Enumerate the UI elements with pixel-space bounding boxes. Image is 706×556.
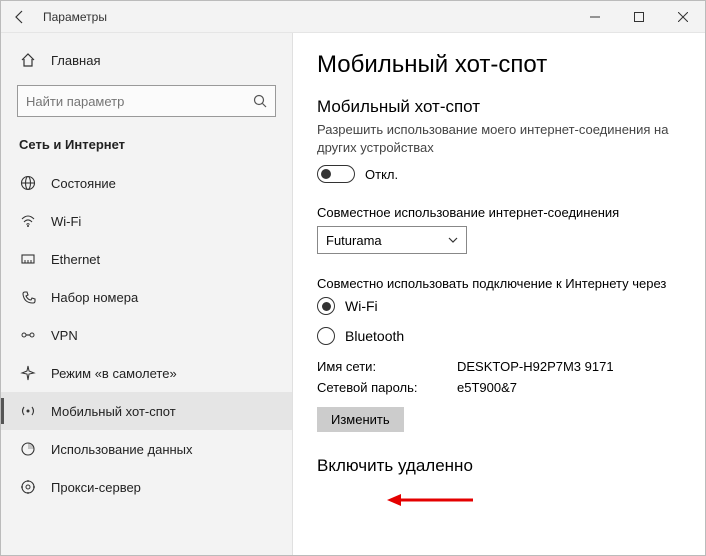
network-name-label: Имя сети:	[317, 359, 457, 374]
sidebar-item-airplane[interactable]: Режим «в самолете»	[1, 354, 292, 392]
hotspot-toggle[interactable]	[317, 165, 355, 183]
sidebar-item-vpn[interactable]: VPN	[1, 316, 292, 354]
content-area: Мобильный хот-спот Мобильный хот-спот Ра…	[293, 33, 705, 555]
edit-button[interactable]: Изменить	[317, 407, 404, 432]
sidebar-item-ethernet[interactable]: Ethernet	[1, 240, 292, 278]
radio-bluetooth[interactable]: Bluetooth	[317, 327, 681, 345]
hotspot-icon	[19, 402, 37, 420]
globe-icon	[19, 174, 37, 192]
network-password-value: e5T900&7	[457, 380, 681, 395]
back-button[interactable]	[1, 1, 39, 32]
toggle-state-label: Откл.	[365, 167, 398, 182]
remote-heading: Включить удаленно	[317, 456, 681, 476]
annotation-arrow-icon	[385, 490, 475, 510]
combo-value: Futurama	[326, 233, 382, 248]
sidebar-item-label: Мобильный хот-спот	[51, 404, 176, 419]
maximize-icon	[634, 12, 644, 22]
sidebar-item-dialup[interactable]: Набор номера	[1, 278, 292, 316]
minimize-icon	[590, 12, 600, 22]
page-title: Мобильный хот-спот	[317, 51, 681, 79]
home-icon	[19, 51, 37, 69]
airplane-icon	[19, 364, 37, 382]
vpn-icon	[19, 326, 37, 344]
sidebar-item-label: VPN	[51, 328, 78, 343]
sidebar-home[interactable]: Главная	[1, 41, 292, 79]
section-title: Сеть и Интернет	[19, 137, 292, 152]
search-icon	[253, 94, 267, 108]
sidebar-item-proxy[interactable]: Прокси-сервер	[1, 468, 292, 506]
radio-label: Wi-Fi	[345, 298, 378, 314]
radio-icon	[317, 327, 335, 345]
close-icon	[678, 12, 688, 22]
share-connection-combo[interactable]: Futurama	[317, 226, 467, 254]
chevron-down-icon	[448, 235, 458, 245]
wifi-icon	[19, 212, 37, 230]
sidebar-home-label: Главная	[51, 53, 100, 68]
sidebar-item-label: Ethernet	[51, 252, 100, 267]
dialup-icon	[19, 288, 37, 306]
share-via-label: Совместно использовать подключение к Инт…	[317, 276, 681, 291]
sidebar-item-datausage[interactable]: Использование данных	[1, 430, 292, 468]
search-box[interactable]	[17, 85, 276, 117]
search-input[interactable]	[26, 94, 253, 109]
radio-wifi[interactable]: Wi-Fi	[317, 297, 681, 315]
data-usage-icon	[19, 440, 37, 458]
ethernet-icon	[19, 250, 37, 268]
sidebar-item-label: Прокси-сервер	[51, 480, 141, 495]
hotspot-description: Разрешить использование моего интернет-с…	[317, 121, 681, 157]
sidebar-item-status[interactable]: Состояние	[1, 164, 292, 202]
arrow-left-icon	[13, 10, 27, 24]
sidebar-item-label: Состояние	[51, 176, 116, 191]
minimize-button[interactable]	[573, 1, 617, 32]
proxy-icon	[19, 478, 37, 496]
sidebar-item-label: Wi-Fi	[51, 214, 81, 229]
hotspot-heading: Мобильный хот-спот	[317, 97, 681, 117]
maximize-button[interactable]	[617, 1, 661, 32]
window-title: Параметры	[43, 10, 107, 24]
sidebar: Главная Сеть и Интернет Состояние Wi-Fi	[1, 33, 293, 555]
network-name-value: DESKTOP-H92P7M3 9171	[457, 359, 681, 374]
sidebar-item-label: Режим «в самолете»	[51, 366, 177, 381]
radio-label: Bluetooth	[345, 328, 404, 344]
sidebar-item-hotspot[interactable]: Мобильный хот-спот	[1, 392, 292, 430]
close-button[interactable]	[661, 1, 705, 32]
share-connection-label: Совместное использование интернет-соедин…	[317, 205, 681, 220]
sidebar-item-label: Набор номера	[51, 290, 138, 305]
titlebar: Параметры	[1, 1, 705, 33]
network-password-label: Сетевой пароль:	[317, 380, 457, 395]
sidebar-item-wifi[interactable]: Wi-Fi	[1, 202, 292, 240]
sidebar-item-label: Использование данных	[51, 442, 193, 457]
radio-icon	[317, 297, 335, 315]
